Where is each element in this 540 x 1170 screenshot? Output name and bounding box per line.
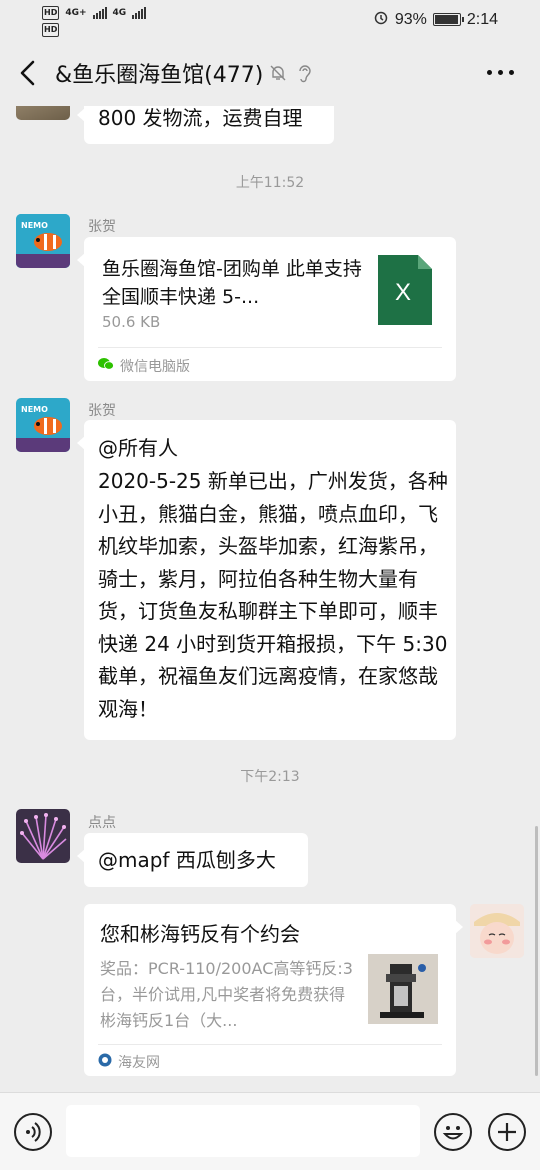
timestamp: 下午2:13 xyxy=(240,769,300,785)
file-name: 鱼乐圈海鱼馆-团购单 此单支持全国顺丰快递 5-... xyxy=(102,258,362,308)
scrollbar[interactable] xyxy=(535,826,538,1076)
file-size: 50.6 KB xyxy=(102,313,161,331)
mute-bell-icon xyxy=(268,63,288,83)
emoji-icon[interactable] xyxy=(434,1113,472,1151)
message-list[interactable]: 800 发物流，运费自理 上午11:52 NEMO 张贺 鱼乐圈海鱼馆-团购单 … xyxy=(0,106,540,1092)
message-bubble[interactable]: @所有人 2020-5-25 新单已出，广州发货，各种小丑，熊猫白金，熊猫，喷点… xyxy=(77,420,456,740)
back-arrow-icon[interactable] xyxy=(16,58,40,88)
status-right: 93% 2:14 xyxy=(373,9,498,30)
svg-text:NEMO: NEMO xyxy=(21,405,48,414)
message-text: 2020-5-25 新单已出，广州发货，各种小丑，熊猫白金，熊猫，喷点血印，飞机… xyxy=(98,469,448,721)
avatar[interactable] xyxy=(16,106,70,120)
message-text: @mapf 西瓜刨多大 xyxy=(98,848,276,872)
timestamp: 上午11:52 xyxy=(235,175,305,191)
file-message-card[interactable]: 鱼乐圈海鱼馆-团购单 此单支持全国顺丰快递 5-... 50.6 KB X 微信… xyxy=(77,237,456,381)
divider xyxy=(98,347,442,348)
more-menu-icon[interactable] xyxy=(487,70,514,75)
excel-file-icon: X xyxy=(378,255,432,325)
product-thumbnail xyxy=(368,954,438,1024)
avatar-coral[interactable] xyxy=(16,809,70,863)
svg-text:NEMO: NEMO xyxy=(21,221,48,230)
status-bar: HD 4G+ 4G HD 93% 2:14 xyxy=(0,0,540,40)
mention-all: @所有人 xyxy=(98,436,178,460)
input-bar xyxy=(0,1092,540,1170)
signal-icon xyxy=(92,7,107,19)
avatar-nemo[interactable]: NEMO xyxy=(16,398,70,452)
sender-name: 张贺 xyxy=(88,219,116,235)
battery-icon xyxy=(432,13,464,26)
chat-header: &鱼乐圈海鱼馆(477) xyxy=(0,40,540,106)
sender-name: 点点 xyxy=(88,815,116,831)
add-attachment-icon[interactable] xyxy=(488,1113,526,1151)
battery-percent: 93% xyxy=(394,10,427,28)
link-source-label: 海友网 xyxy=(118,1055,160,1071)
hd-badge: HD xyxy=(42,6,60,20)
excel-letter: X xyxy=(395,279,412,306)
network-indicators: HD 4G+ 4G HD xyxy=(42,6,147,37)
hd-badge-2: HD xyxy=(42,23,60,37)
clock: 2:14 xyxy=(466,10,498,28)
earpiece-icon xyxy=(296,63,314,83)
link-card[interactable]: 您和彬海钙反有个约会 奖品：PCR-110/200AC高等钙反:3台，半价试用,… xyxy=(84,904,463,1076)
divider xyxy=(98,1044,442,1045)
voice-input-icon[interactable] xyxy=(14,1113,52,1151)
signal-icon-2 xyxy=(132,7,147,19)
link-card-title: 您和彬海钙反有个约会 xyxy=(100,922,300,946)
wechat-pc-icon xyxy=(98,357,114,375)
message-bubble[interactable]: 800 发物流，运费自理 xyxy=(77,106,334,144)
message-input[interactable] xyxy=(66,1105,420,1157)
alarm-icon xyxy=(373,9,389,30)
file-source: 微信电脑版 xyxy=(98,356,190,376)
avatar-nemo[interactable]: NEMO xyxy=(16,214,70,268)
message-bubble[interactable]: @mapf 西瓜刨多大 xyxy=(77,833,308,887)
message-text: 800 发物流，运费自理 xyxy=(98,106,303,130)
my-avatar[interactable] xyxy=(470,904,524,958)
link-card-description: 奖品：PCR-110/200AC高等钙反:3台，半价试用,凡中奖者将免费获得彬海… xyxy=(100,959,353,1030)
file-source-label: 微信电脑版 xyxy=(120,359,190,375)
link-source: 海友网 xyxy=(98,1052,160,1072)
network-type: 4G+ xyxy=(65,8,87,18)
chat-title: &鱼乐圈海鱼馆(477) xyxy=(55,63,264,88)
site-logo-icon xyxy=(98,1053,112,1071)
sender-name: 张贺 xyxy=(88,403,116,419)
network-type-2: 4G xyxy=(112,8,127,18)
